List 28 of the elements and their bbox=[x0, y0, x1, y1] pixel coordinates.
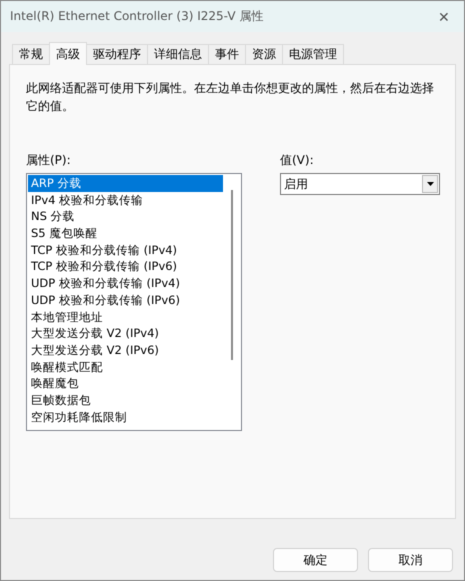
property-item[interactable]: S5 魔包唤醒 bbox=[28, 225, 240, 242]
close-button[interactable]: ✕ bbox=[424, 1, 464, 32]
property-item[interactable]: IPv4 校验和分载传输 bbox=[28, 192, 240, 208]
property-item[interactable]: 巨帧数据包 bbox=[28, 392, 240, 409]
property-item[interactable]: UDP 校验和分载传输 (IPv4) bbox=[28, 275, 240, 292]
scrollbar[interactable] bbox=[231, 190, 233, 360]
cancel-button[interactable]: 取消 bbox=[368, 548, 453, 572]
property-item[interactable]: 空闲功耗降低限制 bbox=[28, 408, 240, 426]
tab[interactable]: 电源管理 bbox=[282, 44, 344, 64]
property-item[interactable]: 唤醒魔包 bbox=[28, 375, 240, 392]
description-text: 此网络适配器可使用下列属性。在左边单击你想更改的属性，然后在右边选择它的值。 bbox=[26, 80, 435, 115]
property-item[interactable]: TCP 校验和分载传输 (IPv6) bbox=[28, 258, 240, 276]
property-item[interactable]: 本地管理地址 bbox=[28, 308, 240, 326]
dropdown-arrow-icon bbox=[426, 182, 434, 186]
window-title: Intel(R) Ethernet Controller (3) I225-V 属性 bbox=[10, 8, 264, 25]
property-item[interactable]: TCP 校验和分载传输 (IPv4) bbox=[28, 242, 240, 258]
property-item[interactable]: 大型发送分载 V2 (IPv6) bbox=[28, 342, 240, 359]
property-item[interactable]: 大型发送分载 V2 (IPv4) bbox=[28, 325, 240, 342]
property-label: 属性(P): bbox=[26, 153, 72, 167]
ok-button[interactable]: 确定 bbox=[273, 548, 358, 572]
property-item[interactable]: UDP 校验和分载传输 (IPv6) bbox=[28, 292, 240, 308]
tab[interactable]: 高级 bbox=[49, 42, 87, 65]
property-item[interactable]: 唤醒模式匹配 bbox=[28, 358, 240, 376]
property-item[interactable]: NS 分载 bbox=[28, 208, 240, 226]
value-dropdown[interactable]: 启用 bbox=[280, 173, 440, 195]
value-label: 值(V): bbox=[280, 153, 315, 167]
property-item[interactable]: ARP 分载 bbox=[28, 175, 223, 192]
tab[interactable]: 常规 bbox=[12, 44, 50, 64]
